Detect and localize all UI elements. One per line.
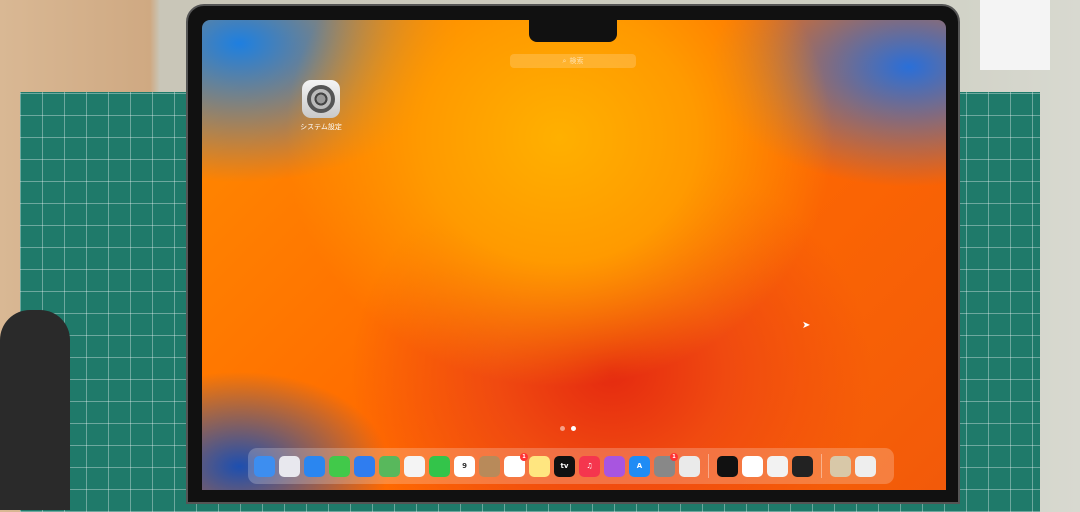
background-box bbox=[980, 0, 1050, 70]
dock-quik-icon[interactable] bbox=[717, 455, 738, 477]
app-system-settings[interactable]: システム設定 bbox=[296, 80, 346, 132]
dock-maps-icon[interactable] bbox=[379, 455, 400, 477]
dock-piano-icon[interactable] bbox=[792, 455, 813, 477]
dock-system-settings-icon[interactable]: 1 bbox=[654, 452, 678, 477]
page-indicator[interactable] bbox=[560, 426, 576, 431]
dock-finder-icon[interactable] bbox=[254, 455, 275, 477]
dock-facetime-icon[interactable] bbox=[429, 455, 450, 477]
dock-trash-icon[interactable] bbox=[855, 455, 876, 477]
dock-notes-icon[interactable] bbox=[529, 455, 550, 477]
dock-tv-icon[interactable]: tv bbox=[554, 455, 575, 477]
dock-music-icon[interactable]: ♫ bbox=[579, 455, 600, 477]
chair bbox=[0, 310, 70, 510]
dock-divider bbox=[821, 454, 822, 478]
notification-badge: 1 bbox=[520, 452, 528, 461]
search-placeholder: 検索 bbox=[569, 57, 584, 65]
notification-badge: 1 bbox=[670, 452, 678, 461]
dock-chrome-icon[interactable] bbox=[679, 455, 700, 477]
page-dot-1[interactable] bbox=[560, 426, 565, 431]
dock-downloads-stack-icon[interactable] bbox=[830, 455, 851, 477]
dock-divider bbox=[708, 454, 709, 478]
dock-mail-icon[interactable] bbox=[354, 455, 375, 477]
search-field[interactable]: ⌕ 検索 bbox=[510, 54, 636, 68]
dock-icon-text: A bbox=[636, 462, 643, 470]
dock-preview-icon[interactable] bbox=[767, 455, 788, 477]
dock-contacts-icon[interactable] bbox=[479, 455, 500, 477]
dock-icon-text: 9 bbox=[462, 462, 467, 470]
camera-notch bbox=[529, 20, 617, 42]
dock-safari-icon[interactable] bbox=[304, 455, 325, 477]
dock-calendar-icon[interactable]: 9 bbox=[454, 455, 475, 477]
dock-app-blue-wave-icon[interactable] bbox=[742, 455, 763, 477]
dock-icon-text: tv bbox=[560, 462, 569, 470]
screen-launchpad: ⌕ 検索 システム設定 ➤ 9 1 tv ♫ A 1 bbox=[202, 20, 946, 490]
mouse-cursor-icon: ➤ bbox=[802, 320, 811, 331]
laptop: ⌕ 検索 システム設定 ➤ 9 1 tv ♫ A 1 bbox=[186, 4, 960, 504]
page-dot-2[interactable] bbox=[571, 426, 576, 431]
dock-icon-text: ♫ bbox=[586, 462, 593, 470]
system-settings-icon bbox=[302, 80, 340, 118]
dock-launchpad-icon[interactable] bbox=[279, 455, 300, 477]
dock-reminders-icon[interactable]: 1 bbox=[504, 452, 528, 477]
dock-photos-icon[interactable] bbox=[404, 455, 425, 477]
dock-podcasts-icon[interactable] bbox=[604, 455, 625, 477]
dock: 9 1 tv ♫ A 1 bbox=[248, 448, 894, 484]
dock-app-store-icon[interactable]: A bbox=[629, 455, 650, 477]
app-label: システム設定 bbox=[300, 123, 342, 131]
dock-messages-icon[interactable] bbox=[329, 455, 350, 477]
search-icon: ⌕ bbox=[562, 56, 567, 65]
